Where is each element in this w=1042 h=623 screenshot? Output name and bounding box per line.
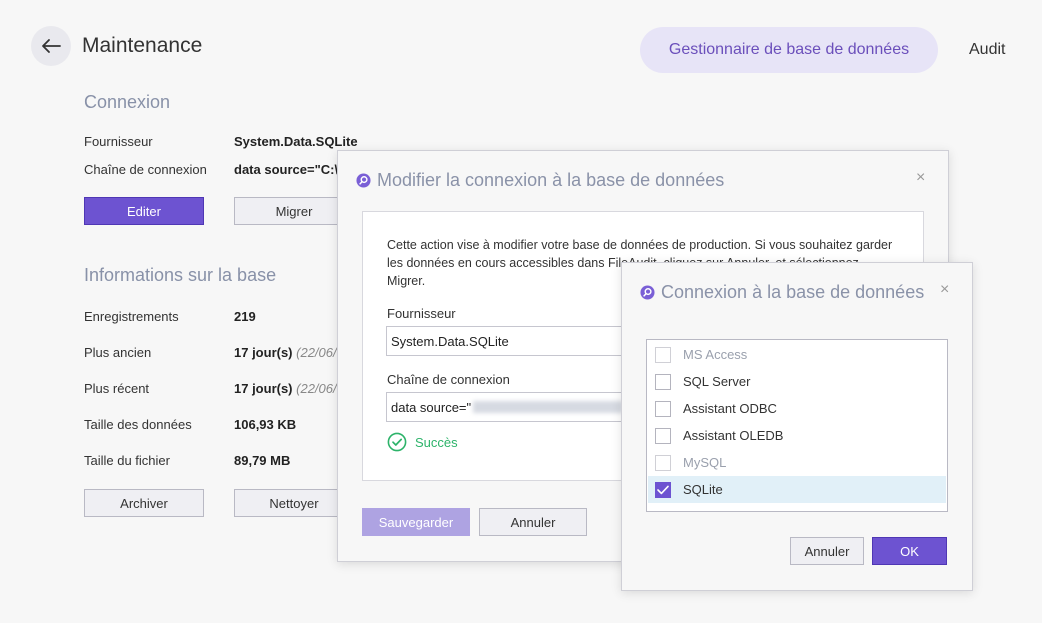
list-item-sqlite[interactable]: SQLite <box>648 476 946 503</box>
checkbox[interactable] <box>655 427 671 444</box>
check-icon <box>657 485 669 494</box>
arrow-left-icon <box>42 39 61 53</box>
check-circle-icon <box>387 432 407 452</box>
connection-dialog-title: Connexion à la base de données <box>640 282 924 303</box>
save-button[interactable]: Sauvegarder <box>362 508 470 536</box>
list-item-oledb[interactable]: Assistant OLEDB <box>648 422 946 449</box>
info-section-title: Informations sur la base <box>84 265 277 285</box>
back-button[interactable] <box>31 26 71 66</box>
migrate-button[interactable]: Migrer <box>234 197 354 225</box>
test-status: Succès <box>387 432 458 452</box>
ok-button[interactable]: OK <box>872 537 947 565</box>
edit-button[interactable]: Editer <box>84 197 204 225</box>
list-item-ms-access[interactable]: MS Access <box>648 341 946 368</box>
connection-cancel-button[interactable]: Annuler <box>790 537 864 565</box>
file-size-value: 89,79 MB <box>234 453 291 468</box>
modify-connection-string-label: Chaîne de connexion <box>387 372 510 387</box>
modify-cancel-button[interactable]: Annuler <box>479 508 587 536</box>
checkbox[interactable] <box>655 454 671 471</box>
fileaudit-logo-icon <box>640 285 655 300</box>
redacted-path <box>473 401 624 413</box>
data-size-label: Taille des données <box>84 417 192 432</box>
oldest-value: 17 jour(s) (22/06/ <box>234 345 337 360</box>
fileaudit-logo-icon <box>356 173 371 188</box>
status-text: Succès <box>415 434 458 450</box>
modify-dialog-title: Modifier la connexion à la base de donné… <box>356 170 724 191</box>
tab-audit[interactable]: Audit <box>969 41 1005 59</box>
modify-provider-label: Fournisseur <box>387 306 456 321</box>
provider-label: Fournisseur <box>84 134 153 149</box>
list-item-mysql[interactable]: MySQL <box>648 449 946 476</box>
tab-database-manager[interactable]: Gestionnaire de base de données <box>640 27 938 73</box>
clean-button[interactable]: Nettoyer <box>234 489 354 517</box>
newest-value: 17 jour(s) (22/06/ <box>234 381 337 396</box>
oldest-label: Plus ancien <box>84 345 152 360</box>
connection-string-label: Chaîne de connexion <box>84 162 207 177</box>
newest-label: Plus récent <box>84 381 150 396</box>
checkbox[interactable] <box>655 346 671 363</box>
file-size-label: Taille du fichier <box>84 453 170 468</box>
page-title: Maintenance <box>82 34 203 57</box>
close-icon[interactable]: × <box>916 169 925 187</box>
list-item-odbc[interactable]: Assistant ODBC <box>648 395 946 422</box>
close-icon[interactable]: × <box>940 281 949 299</box>
connection-string-value: data source="C:\ <box>234 162 339 177</box>
checkbox[interactable] <box>655 400 671 417</box>
records-label: Enregistrements <box>84 309 179 324</box>
provider-value: System.Data.SQLite <box>234 134 358 149</box>
list-item-sql-server[interactable]: SQL Server <box>648 368 946 395</box>
data-size-value: 106,93 KB <box>234 417 297 432</box>
checkbox[interactable] <box>655 373 671 390</box>
database-connection-dialog: Connexion à la base de données × MS Acce… <box>621 262 973 591</box>
provider-list: MS Access SQL Server Assistant ODBC Assi… <box>646 339 948 512</box>
archive-button[interactable]: Archiver <box>84 489 204 517</box>
connexion-section-title: Connexion <box>84 92 171 112</box>
checkbox-checked[interactable] <box>655 481 671 498</box>
records-value: 219 <box>234 309 256 324</box>
